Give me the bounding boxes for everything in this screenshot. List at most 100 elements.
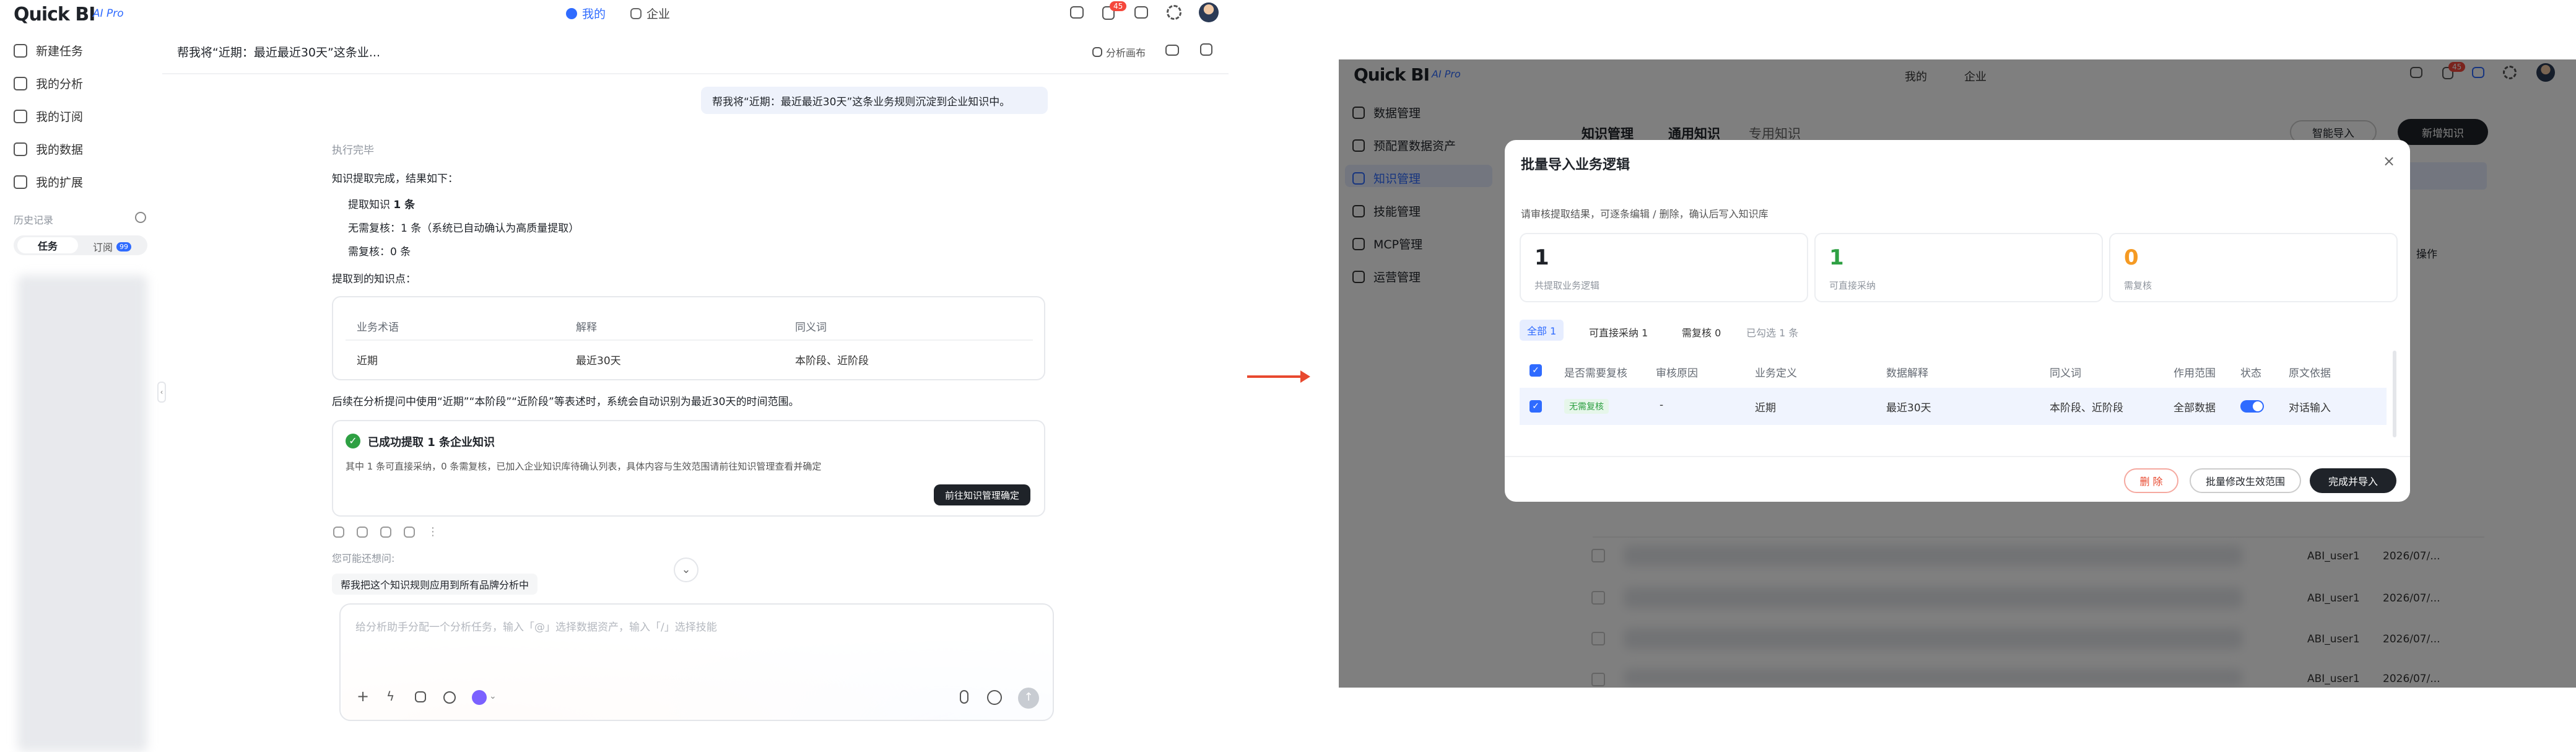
- share-icon[interactable]: [404, 527, 415, 538]
- th-reason: 审核原因: [1656, 367, 1698, 380]
- plus-circle-icon: [14, 43, 27, 58]
- stat-total-value: 1: [1534, 245, 1549, 270]
- cell-source: 对话输入: [2289, 402, 2331, 414]
- th-source: 原文依据: [2289, 367, 2331, 380]
- notification-badge: 45: [1110, 1, 1127, 11]
- more-icon[interactable]: ⋮: [427, 527, 438, 538]
- send-button[interactable]: ↑: [1018, 688, 1039, 709]
- th-scope: 作用范围: [2174, 367, 2216, 380]
- stat-review: 0 需复核: [2109, 233, 2398, 302]
- close-icon[interactable]: ×: [2383, 152, 2395, 170]
- table-divider: [346, 339, 1033, 341]
- thumbs-down-icon[interactable]: [357, 527, 368, 538]
- sidebar-item-new-task[interactable]: 新建任务: [14, 42, 83, 59]
- table-cell-synonym: 本阶段、近阶段: [795, 355, 869, 367]
- data-asset-icon[interactable]: [415, 691, 426, 702]
- row-checkbox[interactable]: ✓: [1530, 400, 1542, 413]
- cell-definition: 近期: [1755, 402, 1776, 414]
- success-desc: 其中 1 条可直接采纳，0 条需复核，已加入企业知识库待确认列表，具体内容与生效…: [346, 461, 822, 472]
- tab-subscription[interactable]: 订阅 99: [93, 239, 132, 254]
- sidebar-item-my-subscription[interactable]: 我的订阅: [14, 108, 83, 125]
- lightning-icon[interactable]: ϟ: [386, 689, 394, 704]
- cell-reason: -: [1660, 399, 1664, 411]
- th-definition: 业务定义: [1755, 367, 1797, 380]
- scrollbar[interactable]: [2393, 351, 2396, 437]
- success-card: ✓ 已成功提取 1 条企业知识 其中 1 条可直接采纳，0 条需复核，已加入企业…: [332, 420, 1045, 517]
- th-status: 状态: [2240, 367, 2261, 380]
- history-panel-icon[interactable]: [1165, 45, 1179, 56]
- delete-button[interactable]: 删 除: [2124, 468, 2178, 493]
- voice-wave-icon[interactable]: [987, 690, 1002, 705]
- stat-adoptable-value: 1: [1829, 245, 1844, 270]
- stat-review-label: 需复核: [2124, 280, 2152, 291]
- execution-status: 执行完毕: [332, 144, 374, 157]
- brand-logo: Quick BI: [14, 4, 95, 25]
- batch-import-modal: 批量导入业务逻辑 × 请审核提取结果，可逐条编辑 / 删除，确认后写入知识库 1…: [1505, 140, 2410, 502]
- toggle-knob: [2253, 401, 2263, 411]
- sidebar-item-my-extension[interactable]: 我的扩展: [14, 173, 83, 190]
- settings-gear-icon[interactable]: [1167, 5, 1181, 20]
- model-select-icon[interactable]: [472, 690, 487, 705]
- search-icon[interactable]: [135, 212, 146, 223]
- points-title: 提取到的知识点：: [332, 273, 416, 286]
- copy-icon[interactable]: [380, 527, 391, 538]
- suggestion-chip[interactable]: 帮我把这个知识规则应用到所有品牌分析中: [332, 574, 538, 595]
- stat-adoptable: 1 可直接采纳: [1814, 233, 2103, 302]
- th-synonyms: 同义词: [2050, 367, 2081, 380]
- filter-adoptable[interactable]: 可直接采纳 1: [1589, 325, 1648, 339]
- batch-scope-button[interactable]: 批量修改生效范围: [2190, 468, 2301, 493]
- subscription-count-badge: 99: [116, 242, 132, 251]
- filter-all[interactable]: 全部 1: [1520, 320, 1564, 341]
- sidebar-item-my-data[interactable]: 我的数据: [14, 141, 83, 157]
- tab-mine[interactable]: 我的: [566, 5, 606, 22]
- tab-enterprise[interactable]: 企业: [630, 5, 670, 22]
- table-cell-explain: 最近30天: [576, 355, 621, 367]
- goto-knowledge-button[interactable]: 前往知识管理确定: [934, 484, 1030, 505]
- table-cell-term: 近期: [357, 355, 378, 367]
- bullet-no-review: 无需复核：1 条（系统已自动确认为高质量提取）: [348, 222, 580, 235]
- stat-adoptable-label: 可直接采纳: [1829, 280, 1876, 291]
- table-header-explain: 解释: [576, 321, 597, 334]
- chat-input-box[interactable]: 给分析助手分配一个分析任务，输入「@」选择数据资产，输入「/」选择技能 + ϟ …: [339, 603, 1054, 721]
- stat-review-value: 0: [2124, 245, 2139, 270]
- select-all-checkbox[interactable]: ✓: [1530, 364, 1542, 377]
- knowledge-table: 业务术语 解释 同义词 近期 最近30天 本阶段、近阶段: [332, 296, 1045, 380]
- add-icon[interactable]: +: [357, 688, 369, 705]
- tab-task[interactable]: 任务: [17, 237, 78, 253]
- modal-title: 批量导入业务逻辑: [1521, 157, 1630, 173]
- new-chat-icon[interactable]: [1200, 43, 1212, 56]
- canvas-icon: [1092, 47, 1102, 57]
- table-header-synonym: 同义词: [795, 321, 827, 334]
- thumbs-up-icon[interactable]: [333, 527, 344, 538]
- sidebar: 新建任务 我的分析 我的订阅 我的数据 我的扩展 历史记录 任务 订阅 99: [0, 30, 160, 752]
- history-list-blurred: [17, 275, 147, 752]
- result-intro: 知识提取完成，结果如下：: [332, 173, 458, 185]
- finish-import-button[interactable]: 完成并导入: [2310, 468, 2396, 493]
- arrow-head: [1300, 370, 1310, 383]
- database-icon: [14, 142, 27, 156]
- building-icon: [630, 7, 642, 19]
- chat-title: 帮我将“近期：最近最近30天”这条业...: [177, 46, 380, 59]
- bullet-extracted: 提取知识 1 条: [348, 199, 416, 211]
- chevron-down-icon[interactable]: ⌄: [489, 691, 497, 701]
- stat-total: 1 共提取业务逻辑: [1520, 233, 1808, 302]
- th-explain: 数据解释: [1886, 367, 1928, 380]
- scroll-down-icon[interactable]: ⌄: [674, 557, 698, 582]
- microphone-icon[interactable]: [960, 690, 968, 704]
- avatar[interactable]: [1199, 2, 1219, 22]
- filter-review[interactable]: 需复核 0: [1682, 325, 1721, 339]
- grid-icon[interactable]: [1134, 6, 1148, 19]
- analysis-canvas-button[interactable]: 分析画布: [1092, 45, 1146, 59]
- globe-icon[interactable]: [443, 691, 456, 704]
- sidebar-item-my-analysis[interactable]: 我的分析: [14, 75, 83, 92]
- status-toggle[interactable]: [2240, 400, 2264, 413]
- chat-icon[interactable]: [1070, 6, 1084, 19]
- sidebar-collapse-handle[interactable]: ‹: [157, 382, 166, 403]
- bullet-need-review: 需复核：0 条: [348, 246, 411, 258]
- feedback-bar: ⋮: [333, 527, 438, 538]
- history-title: 历史记录: [14, 214, 54, 226]
- cell-synonyms: 本阶段、近阶段: [2050, 402, 2123, 414]
- cell-scope: 全部数据: [2174, 402, 2216, 414]
- chat-input[interactable]: 给分析助手分配一个分析任务，输入「@」选择数据资产，输入「/」选择技能: [355, 618, 717, 634]
- review-badge: 无需复核: [1564, 399, 1609, 414]
